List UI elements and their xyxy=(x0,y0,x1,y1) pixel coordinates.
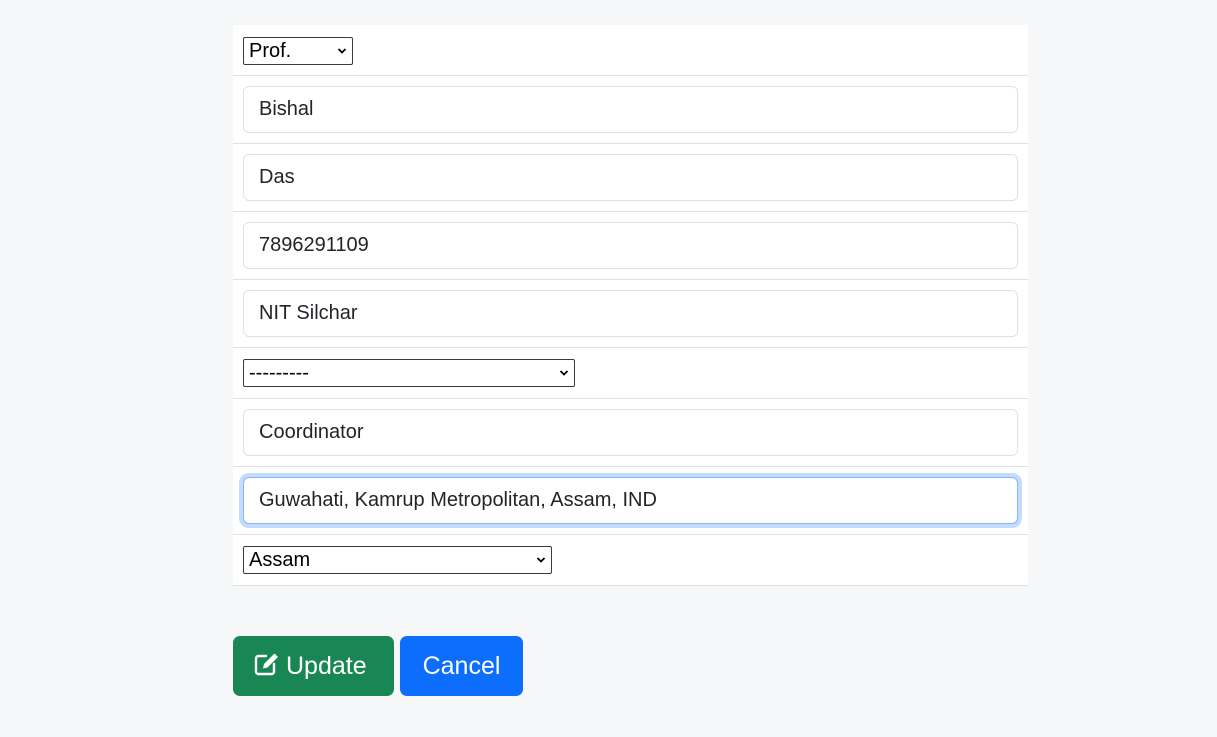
organization-input[interactable]: NIT Silchar xyxy=(243,290,1018,337)
phone-row: 7896291109 xyxy=(233,212,1028,280)
last-name-row: Das xyxy=(233,144,1028,212)
profile-edit-form: Prof. Bishal Das 7896291109 NIT Silchar … xyxy=(233,25,1028,586)
cancel-button[interactable]: Cancel xyxy=(400,636,523,696)
title-select[interactable]: Prof. xyxy=(243,37,353,65)
title-row: Prof. xyxy=(233,25,1028,76)
designation-row: Coordinator xyxy=(233,399,1028,467)
organization-row: NIT Silchar xyxy=(233,280,1028,348)
unspecified-select[interactable]: --------- xyxy=(243,359,575,387)
first-name-row: Bishal xyxy=(233,76,1028,144)
location-input[interactable]: Guwahati, Kamrup Metropolitan, Assam, IN… xyxy=(243,477,1018,524)
phone-input[interactable]: 7896291109 xyxy=(243,222,1018,269)
update-button-label: Update xyxy=(286,652,367,680)
location-row: Guwahati, Kamrup Metropolitan, Assam, IN… xyxy=(233,467,1028,535)
first-name-input[interactable]: Bishal xyxy=(243,86,1018,133)
title-select-value: Prof. xyxy=(249,40,292,62)
cancel-button-label: Cancel xyxy=(422,652,501,680)
unspecified-select-row: --------- xyxy=(233,348,1028,399)
last-name-input[interactable]: Das xyxy=(243,154,1018,201)
designation-input[interactable]: Coordinator xyxy=(243,409,1018,456)
update-button[interactable]: Update xyxy=(233,636,394,696)
chevron-down-icon xyxy=(536,557,546,563)
state-row: Assam xyxy=(233,535,1028,586)
edit-icon xyxy=(254,653,278,676)
chevron-down-icon xyxy=(337,48,347,54)
state-select[interactable]: Assam xyxy=(243,546,552,574)
unspecified-select-value: --------- xyxy=(249,362,309,384)
chevron-down-icon xyxy=(559,370,569,376)
state-select-value: Assam xyxy=(249,549,311,571)
